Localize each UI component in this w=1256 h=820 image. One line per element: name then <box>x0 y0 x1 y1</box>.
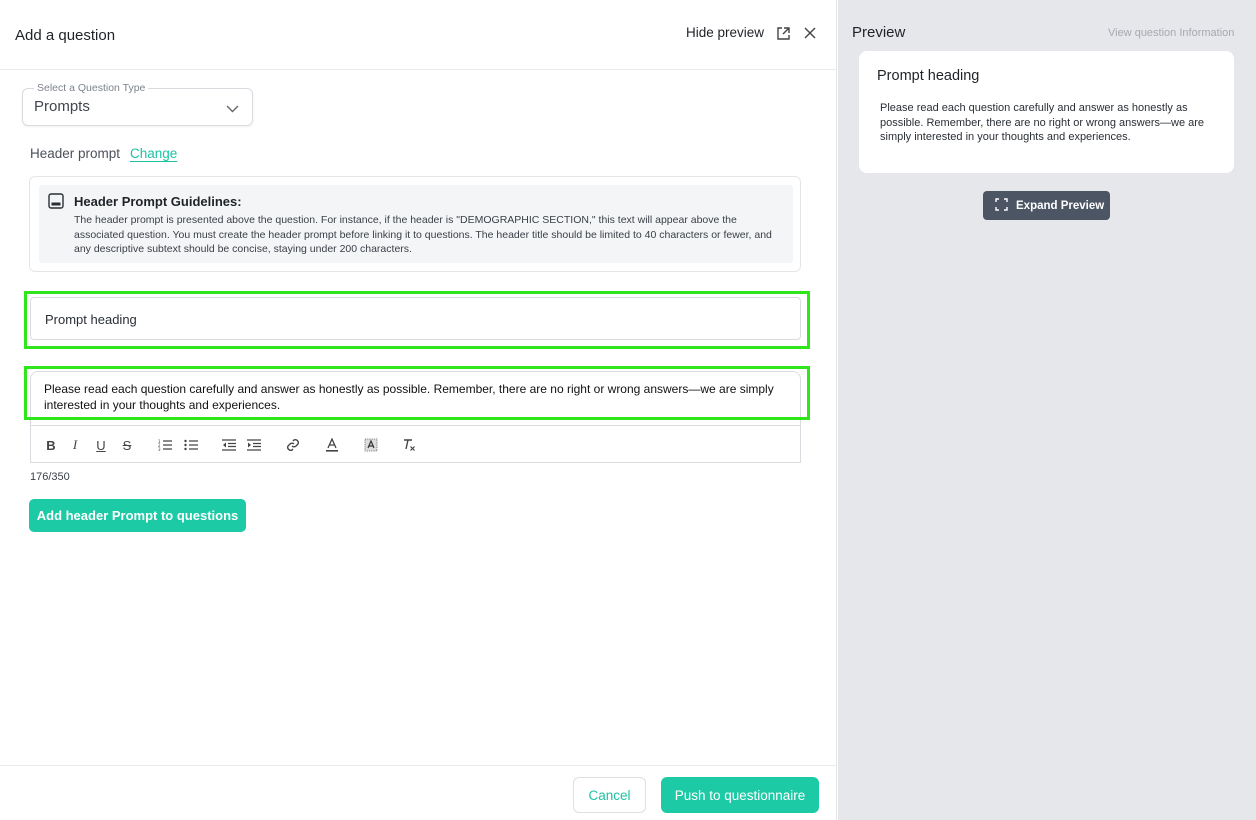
highlight-box <box>24 291 810 349</box>
editor-toolbar: B I U S 123 <box>30 425 801 463</box>
bold-icon[interactable]: B <box>42 436 60 454</box>
page-title: Add a question <box>15 27 116 44</box>
highlight-box <box>24 366 810 420</box>
link-icon[interactable] <box>284 436 302 454</box>
outdent-icon[interactable] <box>220 436 238 454</box>
underline-icon[interactable]: U <box>92 436 110 454</box>
preview-title: Preview <box>852 24 906 41</box>
preview-heading: Prompt heading <box>877 68 980 84</box>
ordered-list-icon[interactable]: 123 <box>156 436 174 454</box>
bullet-list-icon[interactable] <box>182 436 200 454</box>
clear-format-icon[interactable] <box>400 436 418 454</box>
open-external-icon[interactable] <box>775 25 791 41</box>
close-icon[interactable] <box>802 25 818 41</box>
view-question-info-link[interactable]: View question Information <box>1108 27 1234 39</box>
preview-text: Please read each question carefully and … <box>880 102 1205 143</box>
question-type-value: Prompts <box>34 98 90 115</box>
highlight-icon[interactable] <box>362 436 380 454</box>
chevron-down-icon[interactable] <box>226 100 239 118</box>
text-color-icon[interactable] <box>323 436 341 454</box>
guidelines-title: Header Prompt Guidelines: <box>74 194 242 209</box>
add-header-prompt-button[interactable]: Add header Prompt to questions <box>29 499 246 532</box>
header-prompt-label: Header prompt <box>30 146 121 161</box>
guidelines-text: The header prompt is presented above the… <box>74 214 772 255</box>
character-counter: 176/350 <box>30 471 70 483</box>
expand-preview-button[interactable]: Expand Preview <box>983 191 1110 220</box>
svg-text:3: 3 <box>158 447 161 451</box>
expand-preview-label: Expand Preview <box>1016 199 1105 212</box>
hide-preview-button[interactable]: Hide preview <box>686 25 764 40</box>
italic-icon[interactable]: I <box>66 436 84 454</box>
indent-icon[interactable] <box>245 436 263 454</box>
info-panel-icon <box>48 193 64 214</box>
push-to-questionnaire-button[interactable]: Push to questionnaire <box>661 777 819 813</box>
fullscreen-icon <box>995 197 1008 214</box>
strikethrough-icon[interactable]: S <box>118 436 136 454</box>
question-type-label: Select a Question Type <box>34 82 149 94</box>
cancel-button[interactable]: Cancel <box>573 777 646 813</box>
change-header-prompt-link[interactable]: Change <box>130 146 177 161</box>
